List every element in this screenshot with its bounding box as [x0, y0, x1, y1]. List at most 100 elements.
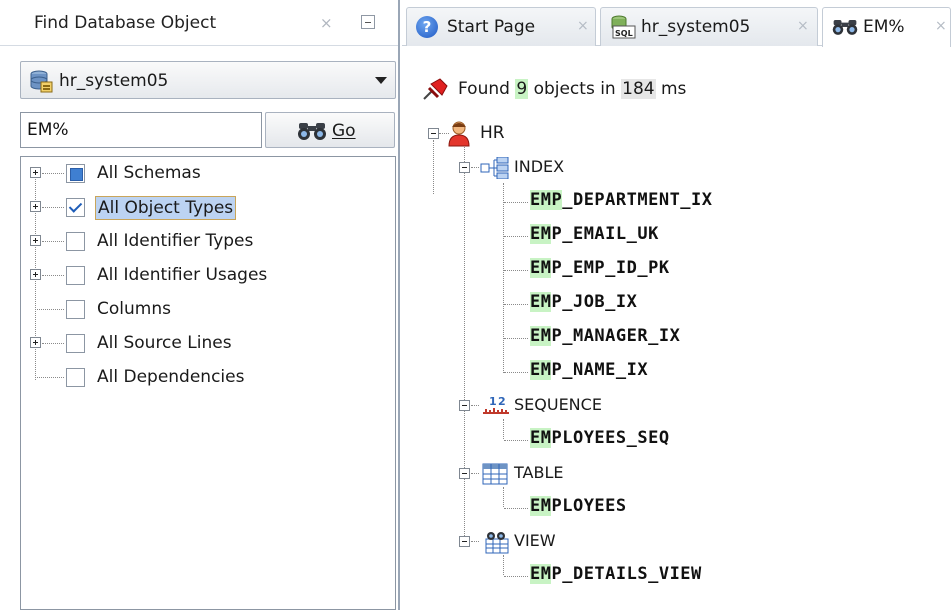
schema-name: HR	[480, 123, 505, 143]
tab-close-icon[interactable]: ×	[577, 18, 589, 34]
found-mid: objects in	[533, 79, 616, 99]
collapse-minus-icon[interactable]	[459, 468, 470, 479]
found-prefix: Found	[458, 79, 510, 99]
expand-plus-icon[interactable]	[30, 235, 41, 246]
tab-close-icon[interactable]: ×	[935, 18, 947, 34]
tree-node-schema[interactable]: HR	[402, 119, 902, 149]
table-icon	[482, 463, 508, 485]
tab-label: EM%	[863, 17, 905, 37]
filter-all-schemas[interactable]: All Schemas	[21, 159, 391, 189]
tab-start-page[interactable]: ? Start Page ×	[406, 7, 596, 46]
filter-all-dependencies[interactable]: All Dependencies	[21, 363, 391, 393]
svg-text:SQL: SQL	[615, 29, 633, 38]
result-item-emp-details-view[interactable]: EMP_DETAILS_VIEW	[402, 561, 942, 591]
result-item-emp-emp-id-pk[interactable]: EMP_EMP_ID_PK	[402, 255, 942, 285]
filter-all-identifier-usages[interactable]: All Identifier Usages	[21, 261, 391, 291]
filter-label: All Source Lines	[97, 333, 232, 353]
expand-plus-icon[interactable]	[30, 337, 41, 348]
result-item-emp-job-ix[interactable]: EMP_JOB_IX	[402, 289, 942, 319]
index-icon	[480, 157, 509, 179]
tree-node-sequence-group[interactable]: 1 2 SEQUENCE	[402, 391, 902, 421]
panel-title-bar: Find Database Object ×	[0, 0, 398, 46]
go-label: Go	[332, 121, 356, 141]
result-item-emp-manager-ix[interactable]: EMP_MANAGER_IX	[402, 323, 942, 353]
panel-minimize-icon[interactable]	[361, 15, 375, 29]
filter-label: All Object Types	[95, 196, 237, 220]
result-item-employees-seq[interactable]: EMPLOYEES_SEQ	[402, 425, 942, 455]
result-item-label: EMP_MANAGER_IX	[530, 326, 681, 346]
filter-checkbox[interactable]	[66, 198, 85, 217]
found-summary: Found 9 objects in 184 ms	[458, 79, 686, 99]
view-icon	[485, 532, 509, 554]
find-database-object-panel: Find Database Object × hr_system05 Go	[0, 0, 400, 610]
filter-label: All Dependencies	[97, 367, 245, 387]
pushpin-icon[interactable]	[422, 78, 448, 100]
sql-worksheet-icon: SQL	[611, 15, 636, 39]
search-results-panel: Found 9 objects in 184 ms HR INDEX EMP_D…	[402, 47, 951, 610]
dropdown-caret-icon	[375, 77, 387, 84]
filter-checkbox[interactable]	[66, 334, 85, 353]
filter-checkbox[interactable]	[66, 300, 85, 319]
result-item-emp-name-ix[interactable]: EMP_NAME_IX	[402, 357, 942, 387]
help-icon: ?	[416, 16, 438, 38]
found-count: 9	[515, 79, 529, 99]
found-unit: ms	[660, 79, 687, 99]
filter-checkbox[interactable]	[66, 232, 85, 251]
filter-tree: All Schemas All Object Types All Identif…	[20, 156, 396, 610]
tree-node-table-group[interactable]: TABLE	[402, 459, 902, 489]
tree-node-view-group[interactable]: VIEW	[402, 527, 902, 557]
expand-plus-icon[interactable]	[30, 167, 41, 178]
result-item-label: EMP_JOB_IX	[530, 292, 638, 312]
connection-select[interactable]: hr_system05	[20, 61, 396, 99]
svg-text:1: 1	[489, 395, 497, 408]
panel-close-icon[interactable]: ×	[320, 14, 333, 32]
result-item-label: EMP_DEPARTMENT_IX	[530, 190, 713, 210]
filter-label: All Identifier Types	[97, 231, 254, 251]
collapse-minus-icon[interactable]	[459, 162, 470, 173]
sequence-icon: 1 2	[483, 395, 509, 414]
result-item-label: EMPLOYEES_SEQ	[530, 428, 670, 448]
result-item-label: EMP_EMP_ID_PK	[530, 258, 670, 278]
filter-all-identifier-types[interactable]: All Identifier Types	[21, 227, 391, 257]
editor-tab-bar: ? Start Page × SQL hr_system05 × EM% ×	[402, 0, 951, 47]
connection-name: hr_system05	[59, 71, 169, 91]
found-ms: 184	[621, 79, 656, 99]
go-button[interactable]: Go	[265, 112, 395, 148]
tab-hr-system05[interactable]: SQL hr_system05 ×	[600, 7, 818, 46]
binoculars-icon	[298, 123, 326, 140]
tab-em-search[interactable]: EM% ×	[822, 7, 951, 47]
tab-close-icon[interactable]: ×	[797, 18, 809, 34]
schema-user-icon	[448, 121, 470, 147]
group-label: VIEW	[514, 531, 556, 550]
filter-label: All Identifier Usages	[97, 265, 268, 285]
collapse-minus-icon[interactable]	[428, 128, 439, 139]
result-item-label: EMPLOYEES	[530, 496, 627, 516]
database-connection-icon	[30, 70, 53, 93]
filter-label: All Schemas	[97, 163, 201, 183]
result-item-label: EMP_EMAIL_UK	[530, 224, 659, 244]
filter-all-source-lines[interactable]: All Source Lines	[21, 329, 391, 359]
expand-plus-icon[interactable]	[30, 269, 41, 280]
collapse-minus-icon[interactable]	[459, 400, 470, 411]
filter-checkbox[interactable]	[66, 164, 85, 183]
filter-checkbox[interactable]	[66, 368, 85, 387]
group-label: SEQUENCE	[514, 395, 602, 414]
filter-checkbox[interactable]	[66, 266, 85, 285]
filter-all-object-types[interactable]: All Object Types	[21, 193, 391, 223]
collapse-minus-icon[interactable]	[459, 536, 470, 547]
group-label: INDEX	[514, 157, 565, 176]
binoculars-icon	[832, 20, 858, 35]
result-item-label: EMP_NAME_IX	[530, 360, 649, 380]
filter-columns[interactable]: Columns	[21, 295, 391, 325]
expand-plus-icon[interactable]	[30, 201, 41, 212]
panel-title: Find Database Object	[34, 13, 217, 33]
result-item-employees[interactable]: EMPLOYEES	[402, 493, 942, 523]
filter-label: Columns	[97, 299, 171, 319]
tree-node-index-group[interactable]: INDEX	[402, 153, 902, 183]
search-input[interactable]	[20, 112, 262, 148]
group-label: TABLE	[514, 463, 564, 482]
result-item-label: EMP_DETAILS_VIEW	[530, 564, 702, 584]
result-item-emp-email-uk[interactable]: EMP_EMAIL_UK	[402, 221, 942, 251]
svg-text:2: 2	[498, 395, 506, 408]
result-item-emp-department-ix[interactable]: EMP_DEPARTMENT_IX	[402, 187, 942, 217]
